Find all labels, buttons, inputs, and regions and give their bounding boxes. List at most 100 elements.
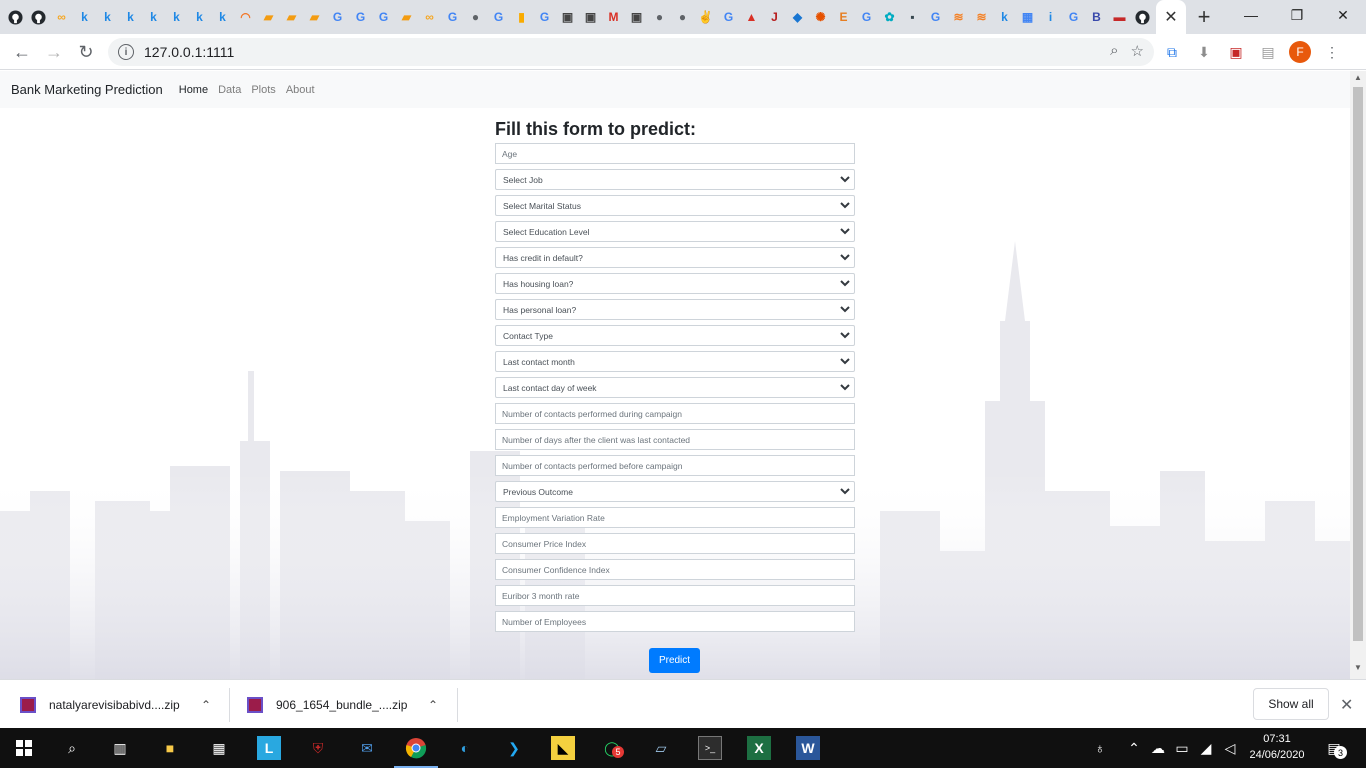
- tab-17[interactable]: ▰: [395, 0, 418, 34]
- select-field[interactable]: Has credit in default?: [495, 247, 855, 268]
- tab-49[interactable]: [1131, 0, 1154, 34]
- input-field[interactable]: Number of contacts performed during camp…: [495, 403, 855, 424]
- address-bar[interactable]: i 127.0.0.1:1111 ⌕ ☆: [108, 38, 1154, 66]
- notes-app-icon[interactable]: ▱: [649, 736, 673, 760]
- extension-download-icon[interactable]: ⬇: [1192, 38, 1216, 66]
- tab-26[interactable]: M: [602, 0, 625, 34]
- terminal-icon[interactable]: >_: [698, 736, 722, 760]
- nav-link-about[interactable]: About: [286, 84, 315, 96]
- select-field[interactable]: Previous Outcome: [495, 481, 855, 502]
- tab-45[interactable]: i: [1039, 0, 1062, 34]
- tab-46[interactable]: G: [1062, 0, 1085, 34]
- forward-arrow-icon[interactable]: →: [38, 36, 70, 68]
- l-app-icon[interactable]: L: [257, 736, 281, 760]
- close-window-icon[interactable]: ✕: [1320, 0, 1366, 30]
- nav-link-home[interactable]: Home: [179, 84, 208, 96]
- tab-33[interactable]: J: [763, 0, 786, 34]
- tab-5[interactable]: k: [119, 0, 142, 34]
- excel-icon[interactable]: X: [747, 736, 771, 760]
- tab-36[interactable]: E: [832, 0, 855, 34]
- input-field[interactable]: Number of Employees: [495, 611, 855, 632]
- select-field[interactable]: Contact Type: [495, 325, 855, 346]
- windows-start-icon[interactable]: [12, 736, 36, 760]
- browser-menu-icon[interactable]: ⋮: [1320, 38, 1344, 66]
- select-field[interactable]: Select Education Level: [495, 221, 855, 242]
- tab-37[interactable]: G: [855, 0, 878, 34]
- sticky-notes-icon[interactable]: ◣: [551, 736, 575, 760]
- restore-icon[interactable]: ❐: [1274, 0, 1320, 30]
- site-info-icon[interactable]: i: [118, 44, 134, 60]
- show-hidden-icons-icon[interactable]: ⌃: [1122, 736, 1146, 760]
- tab-4[interactable]: k: [96, 0, 119, 34]
- profile-avatar[interactable]: F: [1289, 41, 1311, 63]
- input-field[interactable]: Employment Variation Rate: [495, 507, 855, 528]
- input-field[interactable]: Number of days after the client was last…: [495, 429, 855, 450]
- nav-link-data[interactable]: Data: [218, 84, 241, 96]
- download-item[interactable]: natalyarevisibabivd....zip ⌃: [20, 688, 220, 722]
- tab-8[interactable]: k: [188, 0, 211, 34]
- navbar-brand[interactable]: Bank Marketing Prediction: [11, 82, 163, 97]
- tab-24[interactable]: ▣: [556, 0, 579, 34]
- vscode-icon[interactable]: ❯: [502, 736, 526, 760]
- tab-0[interactable]: [4, 0, 27, 34]
- system-clock[interactable]: 07:31 24/06/2020: [1247, 731, 1307, 763]
- chevron-up-icon[interactable]: ⌃: [428, 698, 438, 712]
- show-all-button[interactable]: Show all: [1253, 688, 1329, 720]
- input-field[interactable]: Euribor 3 month rate: [495, 585, 855, 606]
- zoom-icon[interactable]: ⌕: [1110, 42, 1118, 60]
- input-field[interactable]: Age: [495, 143, 855, 164]
- tab-14[interactable]: G: [326, 0, 349, 34]
- scroll-down-icon[interactable]: ▼: [1353, 663, 1363, 675]
- tab-16[interactable]: G: [372, 0, 395, 34]
- download-item[interactable]: 906_1654_bundle_....zip ⌃: [247, 688, 447, 722]
- bookmark-star-icon[interactable]: ☆: [1131, 42, 1144, 60]
- onedrive-icon[interactable]: ☁: [1146, 736, 1170, 760]
- search-icon[interactable]: ⌕: [60, 736, 84, 760]
- page-scrollbar[interactable]: ▲ ▼: [1350, 71, 1366, 679]
- tab-28[interactable]: ●: [648, 0, 671, 34]
- tab-41[interactable]: ≋: [947, 0, 970, 34]
- tab-10[interactable]: ◠: [234, 0, 257, 34]
- wifi-icon[interactable]: ◢: [1194, 736, 1218, 760]
- scroll-up-icon[interactable]: ▲: [1353, 73, 1363, 85]
- tab-7[interactable]: k: [165, 0, 188, 34]
- input-field[interactable]: Consumer Price Index: [495, 533, 855, 554]
- select-field[interactable]: Last contact day of week: [495, 377, 855, 398]
- file-explorer-icon[interactable]: ■: [158, 736, 182, 760]
- select-field[interactable]: Has personal loan?: [495, 299, 855, 320]
- edge-icon[interactable]: ◐: [453, 736, 477, 760]
- tab-34[interactable]: ◆: [786, 0, 809, 34]
- tab-13[interactable]: ▰: [303, 0, 326, 34]
- input-field[interactable]: Number of contacts performed before camp…: [495, 455, 855, 476]
- people-icon[interactable]: ♁: [1088, 736, 1112, 760]
- tab-48[interactable]: ▬: [1108, 0, 1131, 34]
- tab-1[interactable]: [27, 0, 50, 34]
- url-text[interactable]: 127.0.0.1:1111: [144, 44, 234, 60]
- tab-44[interactable]: ▦: [1016, 0, 1039, 34]
- predict-button[interactable]: Predict: [649, 648, 700, 673]
- task-view-icon[interactable]: ▥: [108, 736, 132, 760]
- scroll-thumb[interactable]: [1353, 87, 1363, 641]
- minimize-icon[interactable]: —: [1228, 0, 1274, 30]
- tab-39[interactable]: ▪: [901, 0, 924, 34]
- tab-19[interactable]: G: [441, 0, 464, 34]
- battery-icon[interactable]: ▭: [1170, 736, 1194, 760]
- tab-40[interactable]: G: [924, 0, 947, 34]
- extension-copy-icon[interactable]: ⧉: [1160, 38, 1184, 66]
- extension-notes-icon[interactable]: ▤: [1256, 38, 1280, 66]
- tab-close-button[interactable]: ✕: [1156, 0, 1186, 34]
- tab-47[interactable]: B: [1085, 0, 1108, 34]
- input-field[interactable]: Consumer Confidence Index: [495, 559, 855, 580]
- download-filename[interactable]: natalyarevisibabivd....zip: [49, 698, 180, 712]
- tab-38[interactable]: ✿: [878, 0, 901, 34]
- volume-icon[interactable]: ◁: [1218, 736, 1242, 760]
- tab-20[interactable]: ●: [464, 0, 487, 34]
- tab-2[interactable]: ∞: [50, 0, 73, 34]
- tab-11[interactable]: ▰: [257, 0, 280, 34]
- tab-6[interactable]: k: [142, 0, 165, 34]
- new-tab-button[interactable]: +: [1186, 0, 1222, 34]
- tab-18[interactable]: ∞: [418, 0, 441, 34]
- reload-icon[interactable]: ↻: [70, 36, 102, 68]
- download-filename[interactable]: 906_1654_bundle_....zip: [276, 698, 407, 712]
- back-arrow-icon[interactable]: ←: [6, 36, 38, 68]
